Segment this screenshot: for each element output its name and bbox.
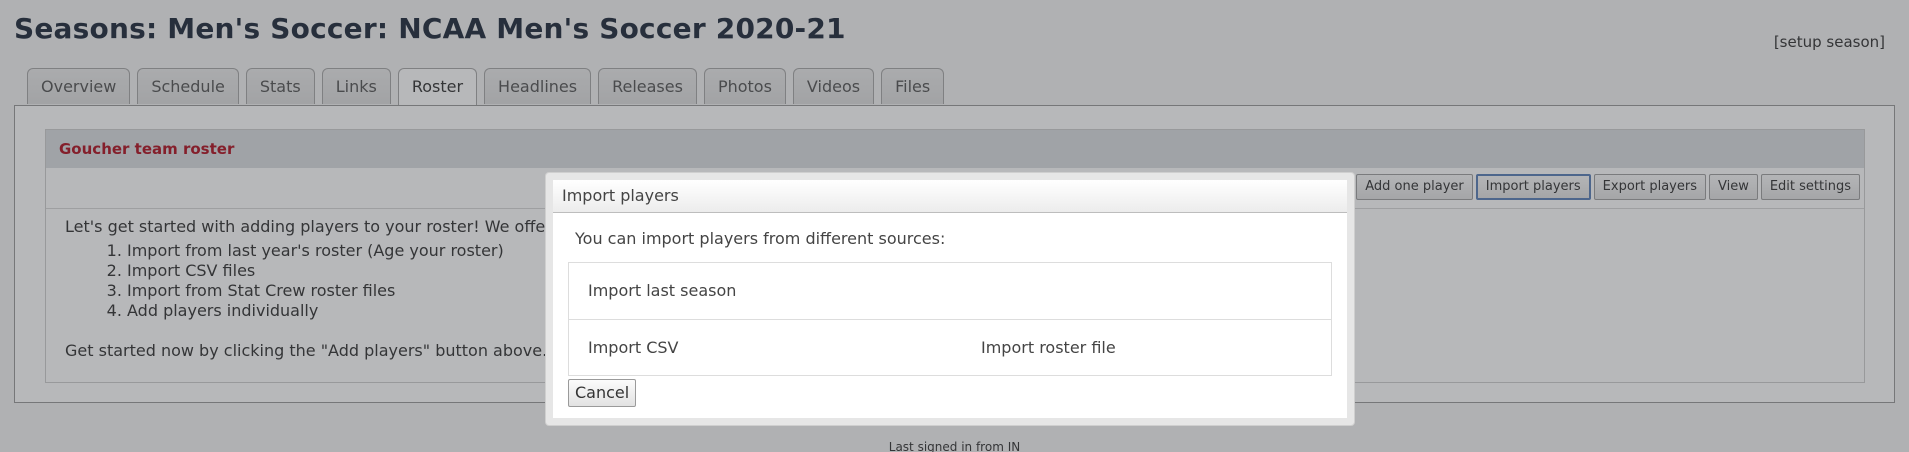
import-players-dialog: Import players You can import players fr… (546, 173, 1354, 425)
import-csv-option[interactable]: Import CSV (588, 320, 678, 376)
import-option-row: Import last season (569, 263, 1331, 320)
import-options: Import last season Import CSV Import ros… (568, 262, 1332, 376)
page: Seasons: Men's Soccer: NCAA Men's Soccer… (0, 0, 1909, 452)
import-last-season-option[interactable]: Import last season (588, 263, 736, 319)
dialog-intro-text: You can import players from different so… (575, 229, 946, 248)
cancel-button[interactable]: Cancel (568, 379, 637, 407)
import-option-row: Import CSV Import roster file (569, 320, 1331, 376)
import-roster-file-option[interactable]: Import roster file (981, 320, 1116, 376)
dialog-body: You can import players from different so… (553, 213, 1347, 425)
dialog-title: Import players (553, 180, 1347, 213)
